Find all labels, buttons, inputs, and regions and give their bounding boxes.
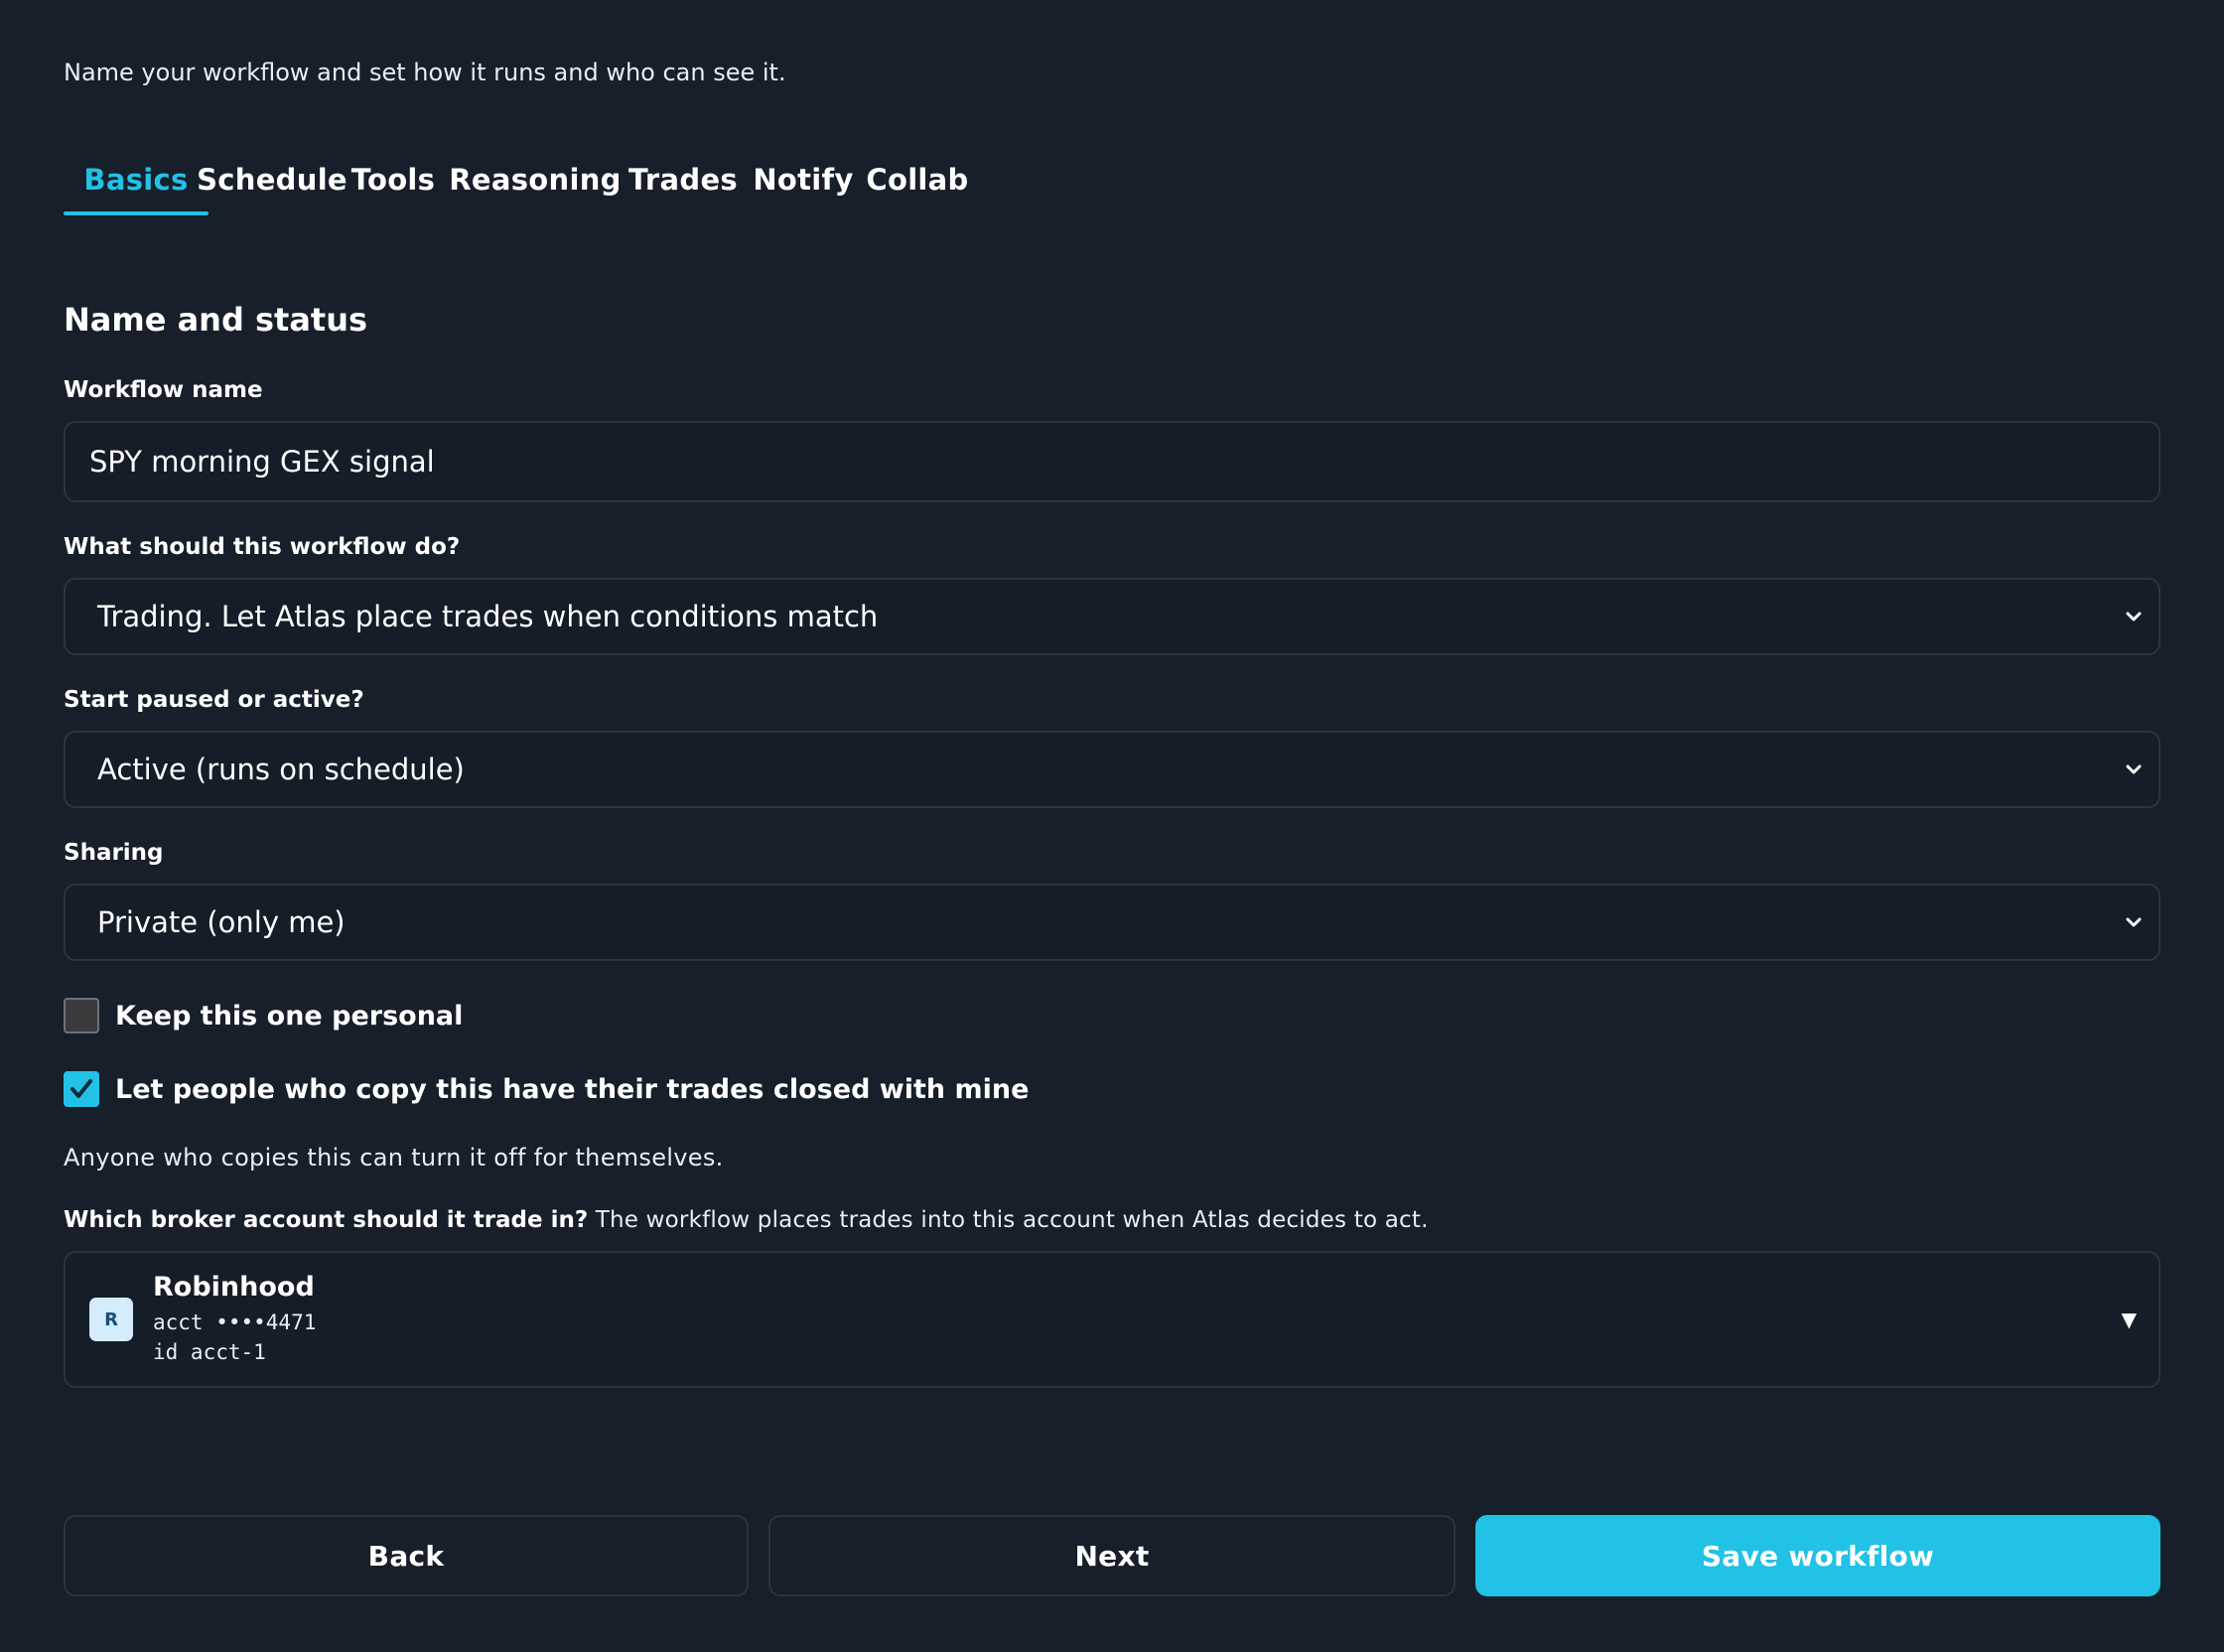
close-with-mine-option[interactable]: Let people who copy this have their trad…	[64, 1071, 1029, 1107]
tab-reasoning[interactable]: Reasoning	[449, 144, 621, 215]
tab-basics[interactable]: Basics	[64, 144, 208, 215]
copy-note: Anyone who copies this can turn it off f…	[64, 1144, 724, 1171]
tab-tools[interactable]: Tools	[336, 144, 451, 215]
broker-account-select[interactable]: R Robinhood acct ••••4471 id acct-1 ▼	[64, 1251, 2160, 1388]
sharing-selected-value: Private (only me)	[97, 905, 346, 939]
broker-account-number: acct ••••4471	[153, 1310, 317, 1334]
tab-bar: Basics Schedule Tools Reasoning Trades N…	[64, 144, 975, 215]
tab-schedule[interactable]: Schedule	[197, 144, 348, 215]
caret-down-icon: ▼	[2121, 1308, 2137, 1331]
start-state-select[interactable]: Active (runs on schedule)	[64, 731, 2160, 808]
save-workflow-button[interactable]: Save workflow	[1475, 1515, 2160, 1596]
start-state-selected-value: Active (runs on schedule)	[97, 753, 465, 786]
broker-account-id: id acct-1	[153, 1340, 266, 1364]
workflow-name-value: SPY morning GEX signal	[89, 445, 435, 479]
workflow-name-input[interactable]: SPY morning GEX signal	[64, 421, 2160, 502]
sharing-label: Sharing	[64, 840, 164, 866]
purpose-label: What should this workflow do?	[64, 534, 461, 560]
keep-personal-label: Keep this one personal	[115, 1000, 464, 1032]
broker-name: Robinhood	[153, 1272, 315, 1303]
checkmark-icon	[70, 1079, 92, 1098]
next-button[interactable]: Next	[768, 1515, 1456, 1596]
close-with-mine-label: Let people who copy this have their trad…	[115, 1073, 1030, 1105]
chevron-down-icon	[2126, 612, 2142, 621]
workflow-editor: Name your workflow and set how it runs a…	[0, 0, 2224, 1652]
broker-label-description: The workflow places trades into this acc…	[588, 1207, 1429, 1233]
tab-collab[interactable]: Collab	[860, 144, 975, 215]
chevron-down-icon	[2126, 764, 2142, 774]
workflow-name-label: Workflow name	[64, 377, 263, 403]
keep-personal-option[interactable]: Keep this one personal	[64, 998, 463, 1033]
broker-label-question: Which broker account should it trade in?	[64, 1207, 589, 1233]
broker-avatar: R	[89, 1298, 133, 1341]
tab-trades[interactable]: Trades	[620, 144, 747, 215]
keep-personal-checkbox[interactable]	[64, 998, 99, 1033]
sharing-select[interactable]: Private (only me)	[64, 884, 2160, 961]
chevron-down-icon	[2126, 917, 2142, 927]
section-title: Name and status	[64, 301, 368, 339]
page-subtitle: Name your workflow and set how it runs a…	[64, 59, 786, 86]
purpose-select[interactable]: Trading. Let Atlas place trades when con…	[64, 578, 2160, 655]
start-state-label: Start paused or active?	[64, 687, 364, 713]
close-with-mine-checkbox[interactable]	[64, 1071, 99, 1107]
back-button[interactable]: Back	[64, 1515, 749, 1596]
broker-label: Which broker account should it trade in?…	[64, 1205, 1429, 1235]
purpose-selected-value: Trading. Let Atlas place trades when con…	[97, 600, 879, 633]
tab-notify[interactable]: Notify	[747, 144, 860, 215]
